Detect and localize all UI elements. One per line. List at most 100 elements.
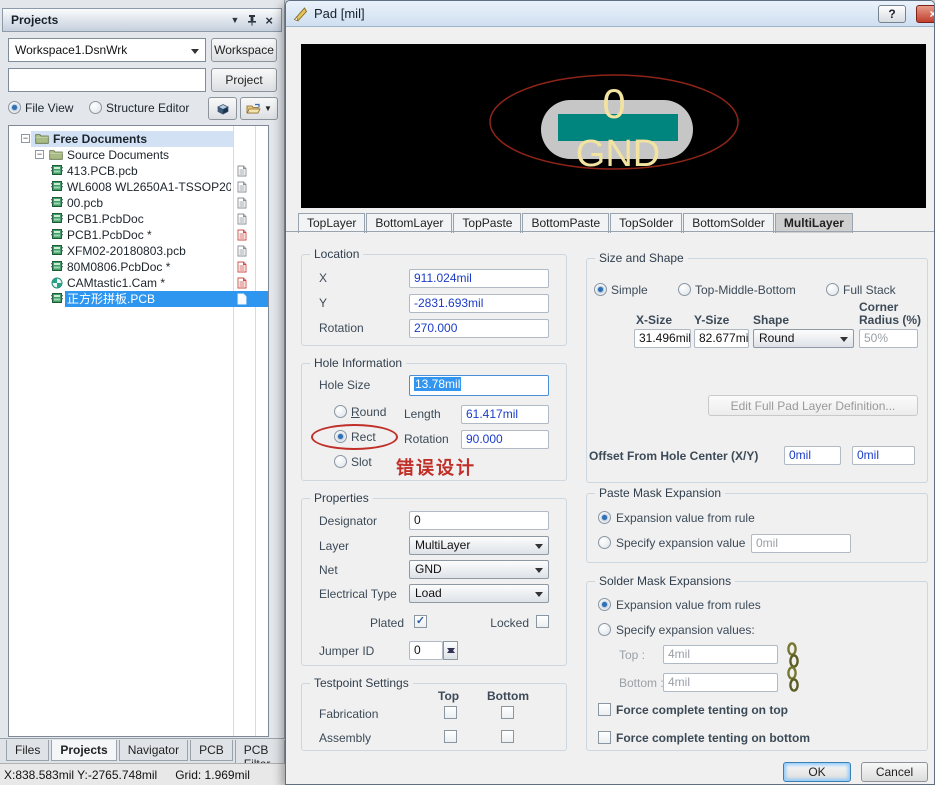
paste-specify-expansion-radio[interactable] [598, 536, 611, 549]
hole-size-input[interactable]: 13.78mil [409, 375, 549, 396]
layer-tab-bottomsolder[interactable]: BottomSolder [683, 213, 774, 233]
electrical-type-dropdown[interactable]: Load [409, 584, 549, 603]
assembly-top-checkbox[interactable] [444, 730, 457, 743]
doc-status-icon [237, 165, 247, 177]
tree-item[interactable]: PCB1.PcbDoc * [9, 227, 268, 243]
x-size-header: X-Size [636, 313, 672, 327]
panel-close-icon[interactable]: × [265, 13, 273, 28]
size-shape-group-title: Size and Shape [595, 251, 688, 265]
solder-bottom-input[interactable]: 4mil [663, 673, 778, 692]
tree-item[interactable]: CAMtastic1.Cam * [9, 275, 268, 291]
tab-files[interactable]: Files [6, 740, 49, 761]
close-icon: × [929, 7, 935, 21]
link-chain-icon[interactable] [786, 642, 800, 694]
paste-expansion-from-rule-radio[interactable] [598, 511, 611, 524]
corner-radius-input[interactable]: 50% [859, 329, 918, 348]
panel-menu-chevron-down-icon[interactable]: ▼ [230, 15, 239, 25]
fabrication-top-checkbox[interactable] [444, 706, 457, 719]
help-button[interactable]: ? [878, 5, 906, 23]
layer-dropdown[interactable]: MultiLayer [409, 536, 549, 555]
status-grid: Grid: 1.969mil [175, 768, 250, 782]
tab-navigator[interactable]: Navigator [119, 740, 188, 761]
layer-tab-multilayer[interactable]: MultiLayer [775, 213, 853, 233]
jumper-id-stepper[interactable] [443, 641, 458, 660]
solder-expansion-from-rules-radio[interactable] [598, 598, 611, 611]
tree-group-row[interactable]: − Source Documents [9, 147, 268, 163]
layer-tab-toplayer[interactable]: TopLayer [298, 213, 365, 233]
tree-item[interactable]: 80M0806.PcbDoc * [9, 259, 268, 275]
y-size-input[interactable]: 82.677mil [694, 329, 749, 348]
offset-y-input[interactable]: 0mil [852, 446, 915, 465]
corner-header-line2: Radius (%) [859, 313, 921, 327]
properties-group-title: Properties [310, 491, 373, 505]
fabrication-bottom-checkbox[interactable] [501, 706, 514, 719]
tree-item[interactable]: XFM02-20180803.pcb [9, 243, 268, 259]
tree-item[interactable]: 413.PCB.pcb [9, 163, 268, 179]
tree-root-row[interactable]: − Free Documents [9, 131, 268, 147]
project-search-input[interactable] [8, 68, 206, 92]
project-button[interactable]: Project [211, 68, 277, 92]
doc-status-icon [237, 293, 247, 305]
testpoint-top-header: Top [438, 689, 459, 703]
x-input[interactable]: 911.024mil [409, 269, 549, 288]
file-view-radio[interactable] [8, 101, 21, 114]
panel-tab-bar: Files Projects Navigator PCB PCB Filter [0, 738, 285, 763]
assembly-bottom-checkbox[interactable] [501, 730, 514, 743]
box-icon-button[interactable] [208, 97, 237, 120]
hole-rotation-input[interactable]: 90.000 [461, 430, 549, 449]
jumper-id-label: Jumper ID [319, 644, 374, 658]
paste-expansion-value-input[interactable]: 0mil [751, 534, 851, 553]
tab-projects[interactable]: Projects [51, 740, 116, 761]
edit-full-pad-layer-button[interactable]: Edit Full Pad Layer Definition... [708, 395, 918, 416]
solder-top-input[interactable]: 4mil [663, 645, 778, 664]
hole-round-radio[interactable] [334, 405, 347, 418]
rotation-input[interactable]: 270.000 [409, 319, 549, 338]
tree-item-selected[interactable]: 正方形拼板.PCB [9, 291, 268, 307]
structure-editor-label: Structure Editor [106, 101, 189, 115]
layer-tab-topsolder[interactable]: TopSolder [610, 213, 682, 233]
tenting-top-checkbox[interactable] [598, 703, 611, 716]
tab-pcb[interactable]: PCB [190, 740, 233, 761]
jumper-id-input[interactable]: 0 [409, 641, 443, 660]
tenting-bottom-label: Force complete tenting on bottom [616, 731, 810, 745]
length-input[interactable]: 61.417mil [461, 405, 549, 424]
structure-editor-radio[interactable] [89, 101, 102, 114]
hole-slot-radio[interactable] [334, 455, 347, 468]
shape-dropdown[interactable]: Round [753, 329, 854, 348]
tree-item[interactable]: 00.pcb [9, 195, 268, 211]
ok-button[interactable]: OK [783, 762, 851, 782]
open-folder-icon-button[interactable]: ▼ [240, 97, 278, 120]
down-arrow-icon[interactable] [447, 648, 455, 657]
cancel-button[interactable]: Cancel [861, 762, 928, 782]
chevron-down-icon: ▼ [264, 104, 272, 113]
close-button[interactable]: × [916, 5, 935, 23]
full-stack-radio[interactable] [826, 283, 839, 296]
locked-checkbox[interactable] [536, 615, 549, 628]
net-dropdown[interactable]: GND [409, 560, 549, 579]
tenting-bottom-checkbox[interactable] [598, 731, 611, 744]
assembly-label: Assembly [319, 731, 371, 745]
tenting-top-label: Force complete tenting on top [616, 703, 788, 717]
layer-tab-toppaste[interactable]: TopPaste [453, 213, 521, 233]
designator-input[interactable]: 0 [409, 511, 549, 530]
layer-tab-bottompaste[interactable]: BottomPaste [522, 213, 609, 233]
tree-item[interactable]: WL6008 WL2650A1-TSSOP20 V [9, 179, 268, 195]
simple-radio[interactable] [594, 283, 607, 296]
solder-specify-expansion-radio[interactable] [598, 623, 611, 636]
collapse-icon[interactable]: − [21, 134, 30, 143]
pin-icon[interactable] [247, 14, 257, 26]
x-size-input[interactable]: 31.496mil [634, 329, 691, 348]
dialog-title-bar[interactable]: Pad [mil] [286, 1, 934, 27]
layer-tab-bottomlayer[interactable]: BottomLayer [366, 213, 452, 233]
projects-panel: Projects ▼ × Workspace1.DsnWrk Workspace… [0, 0, 285, 785]
workspace-dropdown[interactable]: Workspace1.DsnWrk [8, 38, 206, 62]
offset-x-input[interactable]: 0mil [784, 446, 841, 465]
doc-status-icon [237, 181, 247, 193]
pcb-doc-icon [51, 293, 63, 303]
plated-checkbox[interactable]: ✓ [414, 615, 427, 628]
collapse-icon[interactable]: − [35, 150, 44, 159]
tree-item[interactable]: PCB1.PcbDoc [9, 211, 268, 227]
y-input[interactable]: -2831.693mil [409, 294, 549, 313]
top-middle-bottom-radio[interactable] [678, 283, 691, 296]
workspace-button[interactable]: Workspace [211, 38, 277, 62]
